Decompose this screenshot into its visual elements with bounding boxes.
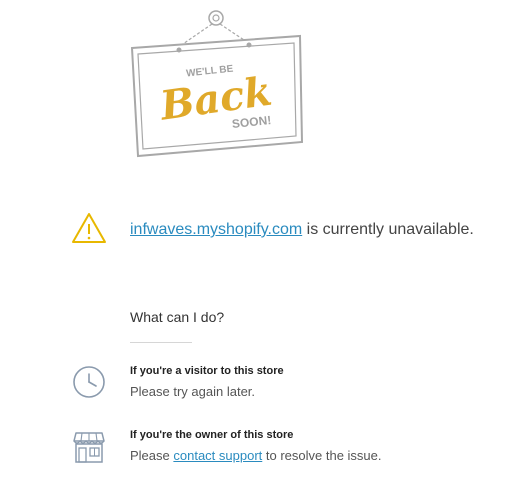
visitor-title: If you're a visitor to this store xyxy=(130,365,284,377)
visitor-text: Please try again later. xyxy=(130,384,256,399)
owner-title: If you're the owner of this store xyxy=(130,429,294,441)
unavailable-message: infwaves.myshopify.com is currently unav… xyxy=(130,220,510,240)
divider xyxy=(130,342,192,343)
what-can-i-do-heading: What can I do? xyxy=(130,309,225,325)
owner-text-after: to resolve the issue. xyxy=(262,448,382,463)
owner-text: Please contact support to resolve the is… xyxy=(130,448,382,463)
storefront-icon xyxy=(73,432,105,463)
contact-support-link[interactable]: contact support xyxy=(173,448,262,463)
owner-text-before: Please xyxy=(130,448,174,463)
warning-icon xyxy=(72,213,106,243)
unavailable-text: is currently unavailable. xyxy=(302,221,474,238)
well-be-back-soon-sign: WE'LL BE Back SOON! xyxy=(130,10,304,158)
store-domain-link[interactable]: infwaves.myshopify.com xyxy=(130,221,302,238)
clock-icon xyxy=(73,366,105,398)
